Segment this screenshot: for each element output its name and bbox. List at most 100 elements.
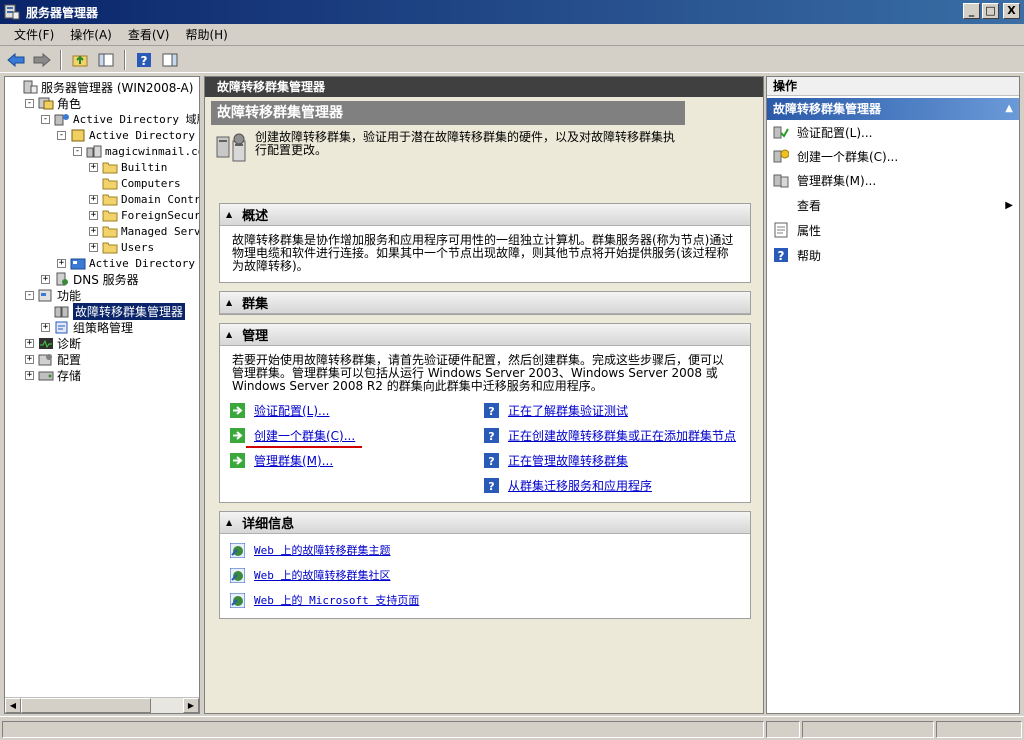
create-cluster-help-link[interactable]: 正在创建故障转移群集或正在添加群集节点 xyxy=(508,427,736,444)
close-button[interactable]: X xyxy=(1003,3,1020,19)
forward-button[interactable] xyxy=(30,49,54,71)
scroll-right-button[interactable]: ▶ xyxy=(183,698,199,713)
tree-item-label: 故障转移群集管理器 xyxy=(73,302,186,320)
collapse-icon[interactable]: - xyxy=(25,98,34,108)
tree-item[interactable]: - Active Directory 用户和计算机 xyxy=(57,127,199,143)
result-pane-content: 故障转移群集管理器 创建故障转移群集，验证用于潜在故障转移群集的硬件，以及对故障… xyxy=(205,97,763,713)
tree-item[interactable]: + Domain Controllers xyxy=(89,191,199,207)
help-link-row[interactable]: ? 正在了解群集验证测试 xyxy=(484,402,628,419)
collapse-icon[interactable]: - xyxy=(73,146,82,156)
up-level-button[interactable] xyxy=(68,49,92,71)
action-manage-cluster[interactable]: 管理群集(M)... xyxy=(773,171,1013,189)
create-cluster-link[interactable]: 创建一个群集(C)... xyxy=(254,427,355,444)
help-icon: ? xyxy=(484,403,499,418)
overview-title: 概述 xyxy=(242,209,269,224)
help-link-row[interactable]: ? 正在管理故障转移群集 xyxy=(484,452,628,469)
actions-pane: 操作 故障转移群集管理器 ▲ 验证配置(L)... 创建一个群集(C)... 管… xyxy=(766,76,1020,714)
tree-item[interactable]: - 功能 xyxy=(25,287,81,303)
manage-section-header[interactable]: ▲ 管理 xyxy=(220,324,750,346)
expand-icon[interactable]: + xyxy=(89,210,98,220)
menu-file[interactable]: 文件(F) xyxy=(6,24,62,45)
tree-item[interactable]: + Users xyxy=(89,239,154,255)
validate-config-link[interactable]: 验证配置(L)... xyxy=(254,402,330,419)
tree-item[interactable]: + 组策略管理 xyxy=(41,319,133,335)
create-cluster-icon xyxy=(773,149,789,163)
manage-cluster-link-row[interactable]: 管理群集(M)... xyxy=(230,452,333,469)
help-icon: ? xyxy=(484,453,499,468)
tree-item[interactable]: + Managed Service Accounts xyxy=(89,223,199,239)
actions-subheader[interactable]: 故障转移群集管理器 ▲ xyxy=(767,98,1019,120)
help-toolbar-button[interactable]: ? xyxy=(132,49,156,71)
expand-icon[interactable]: + xyxy=(25,370,34,380)
overview-section-header[interactable]: ▲ 概述 xyxy=(220,204,750,226)
minimize-button[interactable]: _ xyxy=(963,3,980,19)
show-hide-action-pane-button[interactable] xyxy=(158,49,182,71)
maximize-button[interactable]: □ xyxy=(982,3,999,19)
scroll-left-button[interactable]: ◀ xyxy=(5,698,21,713)
action-properties[interactable]: 属性 xyxy=(773,221,1013,239)
collapse-icon[interactable]: - xyxy=(25,290,34,300)
web-link-row[interactable]: Web 上的故障转移群集社区 xyxy=(230,567,391,583)
manage-cluster-help-link[interactable]: 正在管理故障转移群集 xyxy=(508,452,628,469)
scroll-thumb[interactable] xyxy=(21,698,151,713)
ad-users-icon xyxy=(71,129,85,142)
manage-text: 若要开始使用故障转移群集，请首先验证硬件配置，然后创建群集。完成这些步骤后，便可… xyxy=(232,353,725,393)
tree-item[interactable]: + Active Directory 站点和服务 xyxy=(57,255,199,271)
tree-item[interactable]: + Builtin xyxy=(89,159,167,175)
expand-icon[interactable]: + xyxy=(41,322,50,332)
collapse-icon[interactable]: - xyxy=(57,130,66,140)
action-help[interactable]: ? 帮助 xyxy=(773,246,1013,264)
back-button[interactable] xyxy=(4,49,28,71)
expand-icon[interactable]: + xyxy=(89,162,98,172)
menu-action[interactable]: 操作(A) xyxy=(62,24,120,45)
validate-config-link-row[interactable]: 验证配置(L)... xyxy=(230,402,330,419)
expand-icon[interactable]: + xyxy=(57,258,66,268)
tree-item[interactable]: Computers xyxy=(89,175,181,191)
expand-icon[interactable]: + xyxy=(25,354,34,364)
tree-item[interactable]: - magicwinmail.com xyxy=(73,143,199,159)
action-label: 属性 xyxy=(797,223,822,238)
clusters-section-header[interactable]: ▲ 群集 xyxy=(220,292,750,314)
web-link-row[interactable]: Web 上的故障转移群集主题 xyxy=(230,542,391,558)
tree-item[interactable]: 故障转移群集管理器 xyxy=(41,302,186,320)
tree-item[interactable]: - 角色 xyxy=(25,95,81,111)
tree-item[interactable]: + 配置 xyxy=(25,351,81,367)
menu-view[interactable]: 查看(V) xyxy=(120,24,178,45)
menu-help[interactable]: 帮助(H) xyxy=(177,24,235,45)
folder-up-icon xyxy=(72,55,88,66)
expand-icon[interactable]: + xyxy=(41,274,50,284)
expand-icon[interactable]: + xyxy=(89,242,98,252)
expand-icon[interactable]: + xyxy=(89,226,98,236)
tree-item[interactable]: + 诊断 xyxy=(25,335,81,351)
expand-icon[interactable]: + xyxy=(25,338,34,348)
help-link-row[interactable]: ? 正在创建故障转移群集或正在添加群集节点 xyxy=(484,427,736,444)
collapse-icon[interactable]: - xyxy=(41,114,50,124)
tree-horizontal-scrollbar[interactable]: ◀ ▶ xyxy=(5,697,199,713)
help-link-row[interactable]: ? 从群集迁移服务和应用程序 xyxy=(484,477,652,494)
show-hide-tree-button[interactable] xyxy=(94,49,118,71)
web-cluster-community-link[interactable]: Web 上的故障转移群集社区 xyxy=(254,567,391,583)
manage-section: ▲ 管理 若要开始使用故障转移群集，请首先验证硬件配置，然后创建群集。完成这些步… xyxy=(219,323,751,503)
tree-item[interactable]: + DNS 服务器 xyxy=(41,271,139,287)
web-cluster-topics-link[interactable]: Web 上的故障转移群集主题 xyxy=(254,542,391,558)
migrate-services-help-link[interactable]: 从群集迁移服务和应用程序 xyxy=(508,477,652,494)
tree-item[interactable]: - Active Directory 域服务 xyxy=(41,111,199,127)
tree-item[interactable]: + ForeignSecurityPrincipals xyxy=(89,207,199,223)
submenu-arrow-icon: ▶ xyxy=(1005,199,1013,211)
manage-cluster-link[interactable]: 管理群集(M)... xyxy=(254,452,333,469)
expand-icon[interactable]: + xyxy=(89,194,98,204)
tree-item[interactable]: + 存储 xyxy=(25,367,81,383)
tree-item[interactable]: 服务器管理器 (WIN2008-A) xyxy=(9,79,193,95)
action-validate-config[interactable]: 验证配置(L)... xyxy=(773,123,1013,141)
web-link-icon xyxy=(230,592,245,608)
action-create-cluster[interactable]: 创建一个群集(C)... xyxy=(773,147,1013,165)
web-link-row[interactable]: Web 上的 Microsoft 支持页面 xyxy=(230,592,419,608)
create-cluster-link-row[interactable]: 创建一个群集(C)... xyxy=(230,427,355,444)
web-microsoft-support-link[interactable]: Web 上的 Microsoft 支持页面 xyxy=(254,592,419,608)
collapse-caret-icon[interactable]: ▲ xyxy=(1005,98,1013,120)
details-section-header[interactable]: ▲ 详细信息 xyxy=(220,512,750,534)
cluster-icon xyxy=(54,306,69,318)
domain-icon xyxy=(86,145,102,158)
validation-tests-help-link[interactable]: 正在了解群集验证测试 xyxy=(508,402,628,419)
action-view[interactable]: 查看 ▶ xyxy=(773,196,1013,214)
